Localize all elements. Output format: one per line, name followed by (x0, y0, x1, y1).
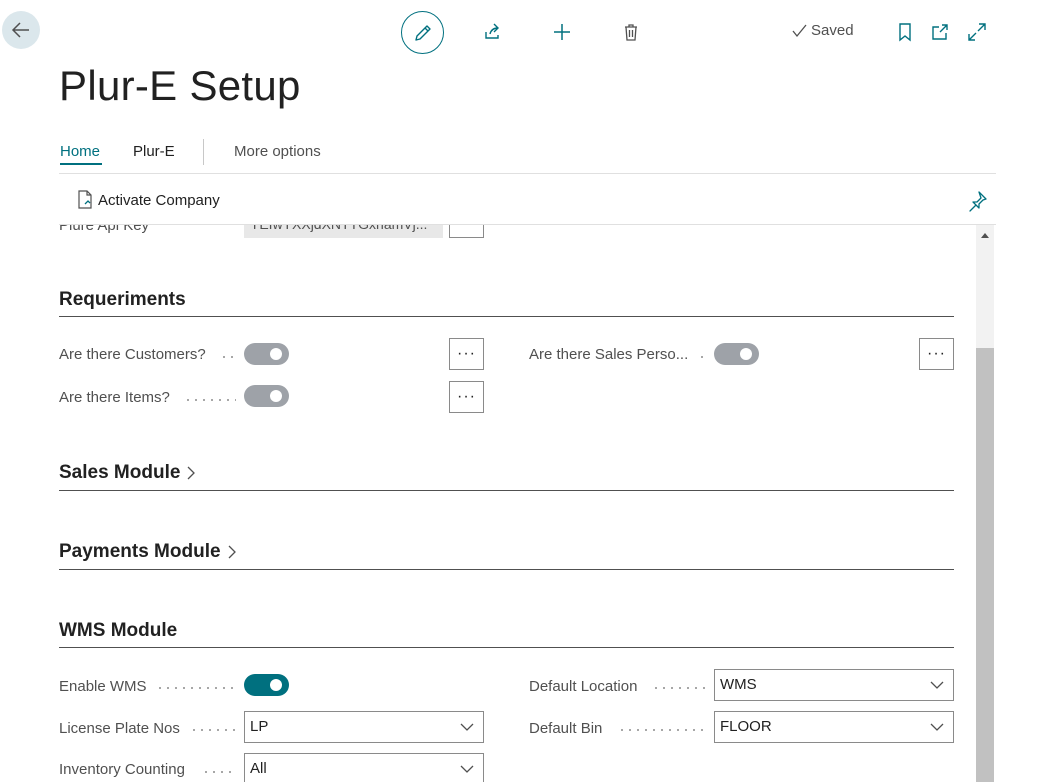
sales-persons-label: Are there Sales Perso... (529, 346, 689, 363)
plure-api-key-assist-button[interactable] (449, 225, 484, 238)
open-new-window-icon (932, 24, 948, 40)
back-button[interactable] (2, 11, 40, 49)
section-payments-label: Payments Module (59, 541, 221, 562)
chevron-down-icon (930, 681, 944, 689)
activate-company-action[interactable]: Activate Company (76, 190, 220, 210)
section-requirements-divider (59, 316, 954, 317)
bookmark-icon (899, 23, 911, 42)
plus-icon (554, 24, 570, 40)
customers-dots (220, 356, 236, 358)
section-wms-divider (59, 647, 954, 648)
default-bin-label: Default Bin (529, 720, 603, 737)
enable-wms-toggle[interactable] (244, 674, 289, 696)
share-icon (485, 23, 499, 39)
inventory-counting-value: All (250, 760, 267, 777)
customers-ellipsis-button[interactable]: ··· (449, 338, 484, 370)
items-label: Are there Items? (59, 389, 170, 406)
license-plate-nos-value: LP (250, 718, 269, 735)
section-wms-label: WMS Module (59, 620, 178, 641)
pin-actions-button[interactable] (966, 190, 988, 212)
section-sales-label: Sales Module (59, 462, 181, 483)
inventory-counting-dots (202, 771, 236, 773)
tabs-divider (59, 173, 996, 174)
default-bin-dots (618, 729, 706, 731)
license-plate-nos-dots (190, 729, 236, 731)
plure-api-key-label: Plure Api Key (59, 225, 150, 234)
chevron-down-icon (460, 765, 474, 773)
items-ellipsis-button[interactable]: ··· (449, 381, 484, 413)
new-button[interactable] (550, 20, 574, 44)
document-icon (78, 190, 92, 209)
page-title: Plur-E Setup (59, 62, 301, 109)
plure-api-key-field[interactable]: YEIwYXXjdXNTTGxhamVj... (244, 225, 443, 238)
inventory-counting-label: Inventory Counting (59, 761, 185, 778)
sales-persons-ellipsis-button[interactable]: ··· (919, 338, 954, 370)
checkmark-icon (792, 24, 807, 37)
inventory-counting-select[interactable]: All (244, 753, 484, 782)
tab-more-options[interactable]: More options (234, 143, 321, 160)
section-sales-divider (59, 490, 954, 491)
default-bin-value: FLOOR (720, 718, 772, 735)
license-plate-nos-select[interactable]: LP (244, 711, 484, 743)
pin-icon (969, 191, 987, 212)
license-plate-nos-label: License Plate Nos (59, 720, 180, 737)
enable-wms-dots (156, 687, 236, 689)
customers-label: Are there Customers? (59, 346, 206, 363)
default-bin-select[interactable]: FLOOR (714, 711, 954, 743)
chevron-right-icon (228, 545, 236, 559)
expand-icon (968, 23, 986, 41)
section-wms-title[interactable]: WMS Module (59, 620, 177, 642)
items-toggle[interactable] (244, 385, 289, 407)
default-location-value: WMS (720, 676, 757, 693)
share-button[interactable] (480, 20, 504, 44)
saved-label: Saved (811, 22, 854, 39)
scroll-up-arrow-icon[interactable] (980, 231, 990, 239)
items-dots (184, 399, 236, 401)
chevron-down-icon (460, 723, 474, 731)
chevron-right-icon (187, 466, 196, 480)
default-location-label: Default Location (529, 678, 638, 695)
section-sales-title[interactable]: Sales Module (59, 462, 196, 484)
section-payments-divider (59, 569, 954, 570)
tab-plur-e[interactable]: Plur-E (133, 143, 175, 160)
bookmark-button[interactable] (893, 20, 917, 44)
section-payments-title[interactable]: Payments Module (59, 541, 237, 563)
section-requirements-label: Requeriments (59, 289, 186, 310)
scrollbar-thumb[interactable] (976, 348, 994, 782)
expand-button[interactable] (965, 20, 989, 44)
activate-company-label: Activate Company (98, 191, 220, 209)
section-requirements-title[interactable]: Requeriments (59, 289, 186, 311)
saved-status: Saved (791, 22, 854, 39)
enable-wms-label: Enable WMS (59, 678, 147, 695)
edit-button[interactable] (401, 11, 444, 54)
default-location-select[interactable]: WMS (714, 669, 954, 701)
tab-home[interactable]: Home (60, 143, 100, 160)
pencil-icon (414, 24, 431, 41)
tab-divider (203, 139, 204, 165)
default-location-dots (652, 687, 706, 689)
sales-persons-toggle[interactable] (714, 343, 759, 365)
customers-toggle[interactable] (244, 343, 289, 365)
trash-icon (625, 24, 637, 41)
arrow-left-icon (11, 22, 29, 38)
sales-persons-dots (698, 356, 706, 358)
delete-button[interactable] (619, 20, 643, 44)
chevron-down-icon (930, 723, 944, 731)
open-new-window-button[interactable] (928, 20, 952, 44)
form-content: Plure Api Key YEIwYXXjdXNTTGxhamVj... Re… (0, 225, 975, 782)
tab-active-indicator (60, 163, 102, 165)
